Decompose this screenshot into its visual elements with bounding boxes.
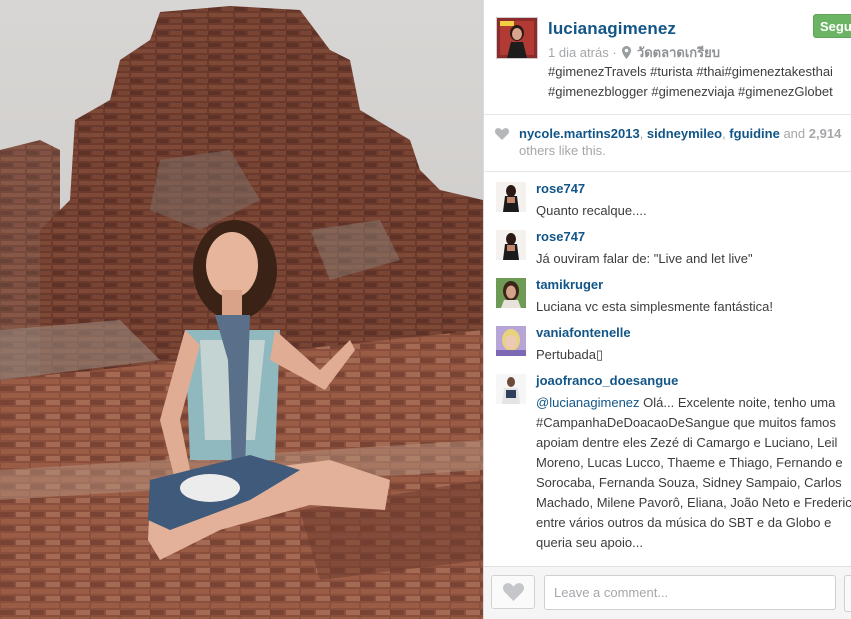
divider	[484, 114, 851, 115]
comment-text: Pertubada▯	[536, 347, 604, 362]
likes-text: nycole.martins2013, sidneymileo, fguidin…	[519, 126, 842, 158]
comment-input[interactable]	[544, 575, 836, 610]
commenter-avatar[interactable]	[496, 374, 526, 404]
more-options-button[interactable]	[844, 575, 851, 612]
comment-text: Luciana vc esta simplesmente fantástica!	[536, 299, 774, 314]
post-photo[interactable]	[0, 0, 483, 619]
post-time[interactable]: 1 dia atrás	[548, 45, 609, 60]
commenter-username[interactable]: vaniafontenelle	[536, 325, 631, 340]
follow-button[interactable]: Segu	[813, 14, 851, 38]
commenter-username[interactable]: tamikruger	[536, 277, 603, 292]
liker-link[interactable]: sidneymileo	[647, 126, 722, 141]
comment-mention[interactable]: @lucianagimenez	[536, 395, 640, 410]
liker-link[interactable]: nycole.martins2013	[519, 126, 640, 141]
meta-separator: ·	[612, 45, 617, 60]
commenter-avatar[interactable]	[496, 230, 526, 260]
comment-footer	[484, 566, 851, 619]
caption-line: #gimenezblogger #gimenezviaja #gimenezGl…	[548, 84, 833, 99]
like-button[interactable]	[491, 575, 535, 609]
author-avatar[interactable]	[496, 17, 538, 59]
comment-text: @lucianagimenez Olá... Excelente noite, …	[536, 395, 851, 550]
location-pin-icon	[622, 46, 632, 62]
commenter-username[interactable]: joaofranco_doesangue	[536, 373, 678, 388]
commenter-username[interactable]: rose747	[536, 229, 585, 244]
post-side-panel: lucianagimenez 1 dia atrás · วัดตลาดเกรี…	[483, 0, 851, 619]
post-caption: #gimenezTravels #turista #thai#gimenezta…	[548, 62, 833, 102]
caption-line: #gimenezTravels #turista #thai#gimenezta…	[548, 64, 833, 79]
commenter-username[interactable]: rose747	[536, 181, 585, 196]
post-location[interactable]: วัดตลาดเกรียบ	[637, 45, 720, 60]
heart-icon	[503, 583, 524, 601]
comments-list[interactable]: rose747 Quanto recalque.... rose747 Já o…	[484, 172, 851, 565]
commenter-avatar[interactable]	[496, 278, 526, 308]
post-meta: 1 dia atrás · วัดตลาดเกรียบ	[548, 42, 720, 63]
commenter-avatar[interactable]	[496, 182, 526, 212]
post-header: lucianagimenez 1 dia atrás · วัดตลาดเกรี…	[484, 0, 851, 114]
liker-link[interactable]: fguidine	[729, 126, 780, 141]
likes-rest: others like this.	[519, 143, 606, 158]
commenter-avatar[interactable]	[496, 326, 526, 356]
likes-count[interactable]: 2,914	[809, 126, 842, 141]
comment-text: Já ouviram falar de: "Live and let live"	[536, 251, 753, 266]
photo-illustration	[0, 0, 483, 619]
comment-text: Quanto recalque....	[536, 203, 647, 218]
author-username[interactable]: lucianagimenez	[548, 19, 676, 39]
heart-icon	[495, 127, 509, 145]
